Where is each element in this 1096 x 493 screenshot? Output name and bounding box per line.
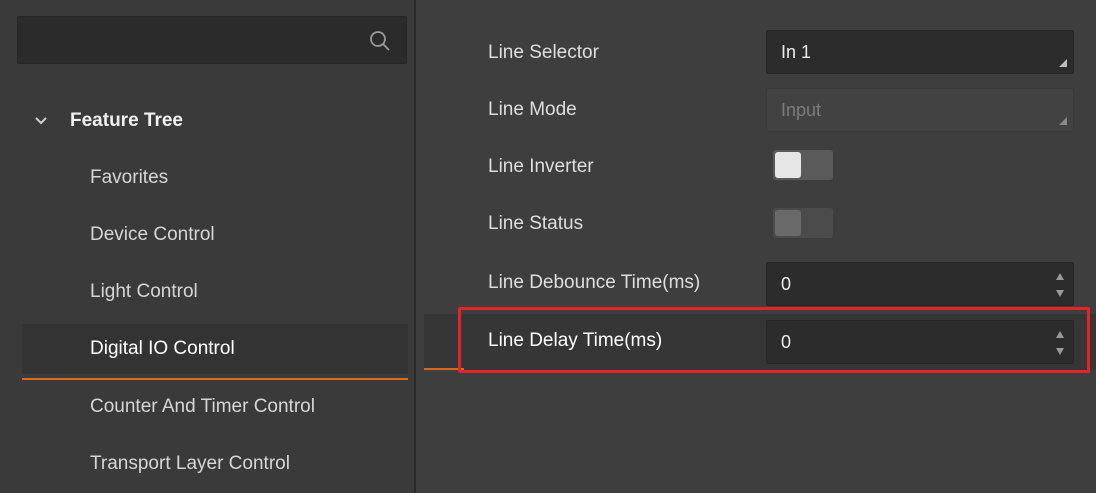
tree-item-digital-io-control[interactable]: Digital IO Control (22, 324, 408, 374)
search-input[interactable] (17, 16, 407, 64)
line-selector-dropdown[interactable]: In 1 (766, 30, 1074, 74)
tree-item-transport-layer-control[interactable]: Transport Layer Control (22, 439, 408, 489)
tree-item-device-control[interactable]: Device Control (22, 210, 408, 260)
tree-item-counter-and-timer-control[interactable]: Counter And Timer Control (22, 382, 408, 432)
line-selector-label: Line Selector (488, 42, 599, 63)
line-mode-value: Input (781, 99, 822, 120)
line-status-label: Line Status (488, 213, 584, 234)
line-mode-label: Line Mode (488, 99, 577, 120)
spinner-arrows-icon[interactable] (1055, 271, 1065, 299)
line-inverter-label: Line Inverter (488, 156, 594, 177)
line-debounce-value: 0 (781, 273, 792, 294)
tree-item-label: Device Control (90, 224, 215, 245)
tree-item-label: Counter And Timer Control (90, 396, 315, 417)
dropdown-corner-icon (1059, 59, 1067, 67)
feature-tree-panel: Feature Tree Favorites Device Control Li… (0, 0, 416, 493)
toggle-knob (775, 152, 801, 178)
feature-tree-header[interactable]: Feature Tree (34, 106, 183, 136)
tree-item-light-control[interactable]: Light Control (22, 267, 408, 317)
line-mode-dropdown[interactable]: Input (766, 88, 1074, 132)
red-highlight-box (458, 307, 1090, 373)
chevron-down-icon[interactable] (34, 114, 48, 128)
tree-item-label: Favorites (90, 167, 169, 188)
tree-item-label: Digital IO Control (90, 338, 235, 359)
tree-item-favorites[interactable]: Favorites (22, 153, 408, 203)
tree-item-label: Transport Layer Control (90, 453, 290, 474)
tree-item-label: Light Control (90, 281, 198, 302)
active-item-underline (22, 378, 408, 380)
line-selector-value: In 1 (781, 41, 812, 62)
line-debounce-input[interactable]: 0 (766, 262, 1074, 306)
line-status-toggle (773, 208, 833, 238)
line-debounce-label: Line Debounce Time(ms) (488, 272, 701, 293)
toggle-knob (775, 210, 801, 236)
line-inverter-toggle[interactable] (773, 150, 833, 180)
dropdown-corner-icon (1059, 117, 1067, 125)
search-icon[interactable] (368, 29, 392, 53)
feature-tree-label: Feature Tree (70, 110, 183, 131)
